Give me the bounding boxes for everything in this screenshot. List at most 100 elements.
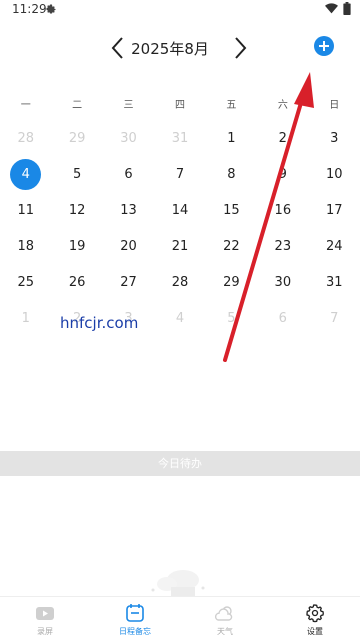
calendar-day-number: 13 [120,202,137,218]
calendar-day[interactable]: 1 [0,300,51,336]
calendar-day-number: 7 [330,310,339,326]
calendar-day[interactable]: 15 [206,192,257,228]
calendar-day[interactable]: 29 [51,120,102,156]
calendar-day[interactable]: 5 [51,156,102,192]
calendar-day-today[interactable]: 4 [0,156,51,192]
calendar-day-number: 15 [223,202,240,218]
calendar-day-number: 12 [68,202,86,218]
weather-icon [215,606,233,621]
calendar-week-row: 28 29 30 31 1 2 3 [0,120,360,156]
calendar-day[interactable]: 2 [257,120,308,156]
calendar-week-row: 4 5 6 7 8 9 10 [0,156,360,192]
tab-settings[interactable]: 设置 [270,597,360,640]
tab-label: 日程备忘 [119,627,151,636]
add-event-button[interactable] [314,36,334,56]
calendar-day-number: 3 [330,130,339,146]
calendar-day[interactable]: 30 [103,120,154,156]
calendar-day[interactable]: 14 [154,192,205,228]
calendar-day[interactable]: 29 [206,264,257,300]
calendar-day-number: 16 [274,202,292,218]
calendar-day[interactable]: 28 [154,264,205,300]
calendar-day[interactable]: 17 [309,192,360,228]
calendar-day-number: 29 [223,274,240,290]
weekday-label: 日 [329,100,340,111]
calendar-day-number: 17 [325,202,343,218]
calendar-day[interactable]: 9 [257,156,308,192]
weekday-label: 一 [20,100,31,111]
calendar-day-number: 22 [223,238,240,254]
calendar-day[interactable]: 31 [154,120,205,156]
calendar-day[interactable]: 7 [309,300,360,336]
calendar-day-number: 26 [68,274,86,290]
calendar-day-number: 6 [124,166,133,182]
calendar-day[interactable]: 26 [51,264,102,300]
calendar-day-number: 31 [171,130,189,146]
calendar-day[interactable]: 31 [309,264,360,300]
calendar-day-number: 29 [68,130,86,146]
tab-weather[interactable]: 天气 [180,597,270,640]
calendar-day-number: 8 [227,166,236,182]
calendar-day[interactable]: 4 [154,300,205,336]
calendar-grid: 28 29 30 31 1 2 3 4 5 6 7 8 9 10 11 12 13 14 15 16 17 18 19 20 2… [0,120,360,336]
status-bar: 11:29 [0,0,360,20]
tab-label: 录屏 [37,627,53,636]
bottom-tab-bar: 录屏 日程备忘 天气 设置 [0,596,360,640]
calendar-day[interactable]: 11 [0,192,51,228]
calendar-week-row: 11 12 13 14 15 16 17 [0,192,360,228]
calendar-day[interactable]: 10 [309,156,360,192]
calendar-day[interactable]: 22 [206,228,257,264]
calendar-day-number: 24 [325,238,343,254]
calendar-icon [126,604,144,622]
empty-state-illustration [151,570,205,596]
calendar-week-row: 1234567 [0,300,360,336]
calendar-week-row: 25 26 27 28 29 30 31 [0,264,360,300]
weekday-label: 二 [72,100,83,111]
calendar-day-number: 4 [175,310,185,326]
chevron-right-icon[interactable] [229,35,251,61]
calendar-day-number: 2 [278,130,287,146]
calendar-day-number: 27 [120,274,137,290]
calendar-day[interactable]: 5 [206,300,257,336]
tab-schedule[interactable]: 日程备忘 [90,597,180,640]
calendar-day[interactable]: 7 [154,156,205,192]
calendar-day-number: 23 [274,238,292,254]
gear-icon [306,604,324,623]
calendar-day[interactable]: 27 [103,264,154,300]
calendar-day-number: 21 [171,238,189,254]
calendar-day[interactable]: 12 [51,192,102,228]
calendar-day-number: 5 [227,310,236,326]
calendar-day[interactable]: 1 [206,120,257,156]
calendar-week-row: 18 19 20 21 22 23 24 [0,228,360,264]
calendar-day-number: 11 [17,202,34,218]
calendar-day[interactable]: 13 [103,192,154,228]
calendar-day-number: 19 [68,238,86,254]
calendar-day[interactable]: 6 [103,156,154,192]
calendar-day-number: 5 [72,166,82,182]
calendar-day[interactable]: 19 [51,228,102,264]
calendar-day[interactable]: 28 [0,120,51,156]
tab-label: 设置 [307,627,323,636]
wifi-icon [325,3,338,14]
calendar-day-number: 30 [120,130,137,146]
calendar-day[interactable]: 16 [257,192,308,228]
month-title: 2025年8月 [131,40,209,58]
calendar-day-number: 4 [10,158,42,190]
calendar-day[interactable]: 3 [309,120,360,156]
weekday-label: 五 [226,100,237,111]
calendar-day[interactable]: 8 [206,156,257,192]
battery-icon [343,2,351,15]
calendar-day-number: 31 [325,274,343,290]
calendar-day[interactable]: 6 [257,300,308,336]
weekday-label: 六 [277,100,288,111]
calendar-day[interactable]: 21 [154,228,205,264]
todo-section-header: 今日待办 [0,451,360,476]
calendar-day[interactable]: 30 [257,264,308,300]
weekday-label: 四 [174,100,185,111]
calendar-day[interactable]: 18 [0,228,51,264]
calendar-day[interactable]: 24 [309,228,360,264]
calendar-day[interactable]: 25 [0,264,51,300]
calendar-day[interactable]: 20 [103,228,154,264]
tab-screen-record[interactable]: 录屏 [0,597,90,640]
calendar-day[interactable]: 23 [257,228,308,264]
calendar-day-number: 20 [120,238,137,254]
